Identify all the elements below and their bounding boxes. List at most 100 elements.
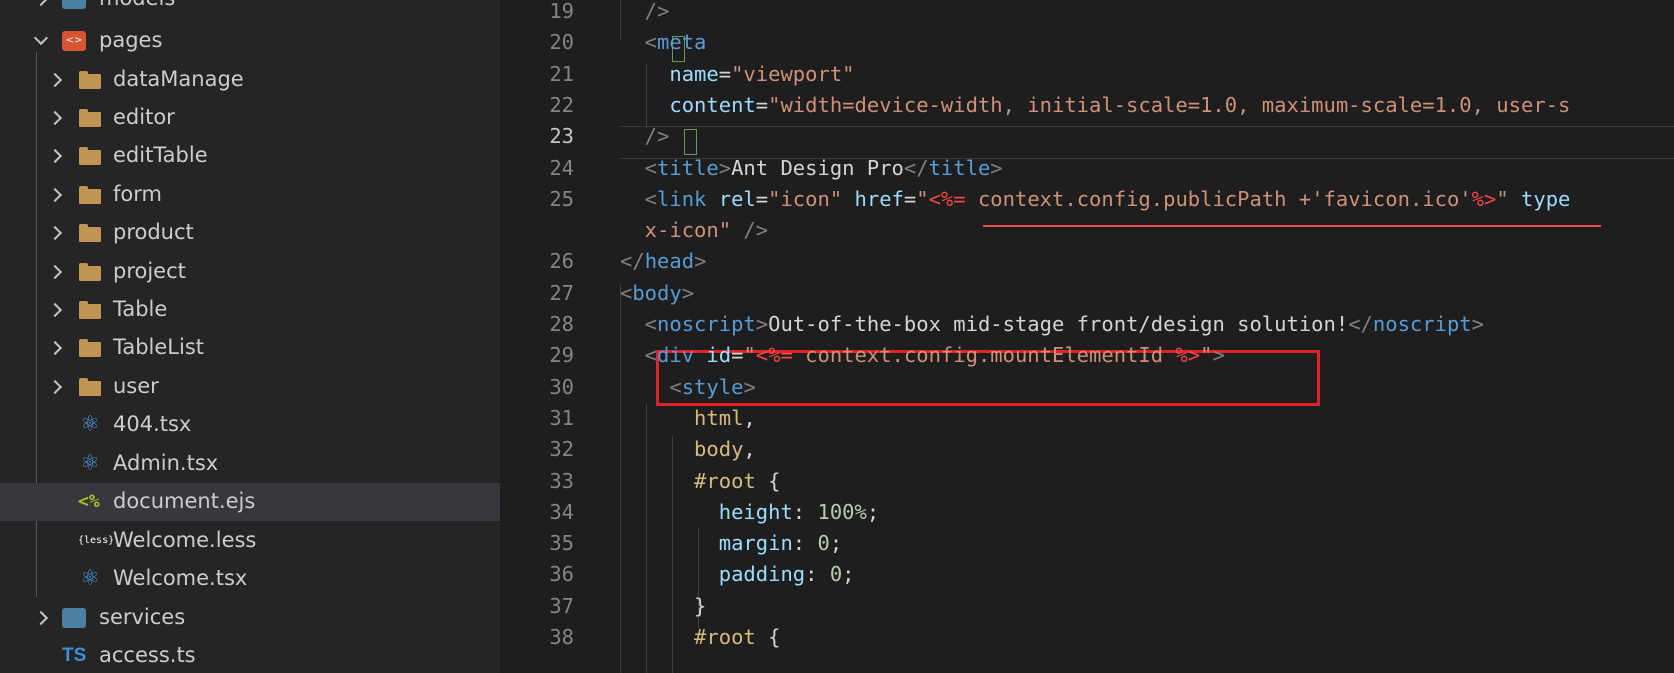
code-line[interactable]: 19 /> [500,0,1674,28]
explorer-sidebar: models <> pages dataManage editor editTable fo… [0,0,500,673]
line-number: 25 [549,186,574,211]
code-line[interactable]: 33 #root { [500,465,1674,498]
chevron-right-icon[interactable] [44,69,66,91]
code-line[interactable]: 29 <div id="<%= context.config.mountElem… [500,339,1674,372]
tree-item-label: form [113,182,162,206]
tree-item-pages[interactable]: <> pages [0,22,500,60]
code-line[interactable]: 35 margin: 0; [500,527,1674,560]
chevron-right-icon[interactable] [44,337,66,359]
services-folder-icon [62,608,86,628]
code-text: } [620,593,707,618]
chevron-right-icon[interactable] [44,376,66,398]
folder-icon [78,221,102,245]
line-number: 29 [549,343,574,368]
folder-icon [78,68,102,92]
chevron-right-icon[interactable] [30,607,52,629]
tree-item-tablelist[interactable]: TableList [0,329,500,367]
code-line[interactable]: 30 <style> [500,371,1674,404]
line-number: 35 [549,531,574,556]
chevron-right-icon[interactable] [44,107,66,129]
line-number: 22 [549,92,574,117]
tree-item-models[interactable]: models [0,0,500,18]
code-line[interactable]: 32 body, [500,433,1674,466]
code-line[interactable]: 34 height: 100%; [500,496,1674,529]
tree-item-user[interactable]: user [0,368,500,406]
tree-item-label: models [99,0,175,10]
tree-item-label: dataManage [113,67,244,91]
tree-item-editor[interactable]: editor [0,99,500,137]
chevron-right-icon[interactable] [44,261,66,283]
code-line[interactable]: 31 html, [500,402,1674,435]
code-line[interactable]: 37 } [500,590,1674,623]
tree-item-label: product [113,220,194,244]
tree-item-form[interactable]: form [0,176,500,214]
tree-item-welcome-less[interactable]: {less} Welcome.less [0,522,500,560]
tree-item-datamanage[interactable]: dataManage [0,61,500,99]
chevron-right-icon[interactable] [44,145,66,167]
line-number: 32 [549,437,574,462]
code-line[interactable]: 38 #root { [500,621,1674,654]
tree-item-admin-tsx[interactable]: ⚛ Admin.tsx [0,445,500,483]
line-number: 38 [549,625,574,649]
code-text: <style> [620,374,756,399]
code-text: <body> [620,280,695,305]
chevron-right-icon[interactable] [44,222,66,244]
tree-item-404-tsx[interactable]: ⚛ 404.tsx [0,406,500,444]
line-number: 24 [549,155,574,180]
code-editor[interactable]: 19 /> 20 <meta 21 name="viewport" 22 conten… [500,0,1674,673]
code-line[interactable]: 23 /> [500,120,1674,153]
tree-item-label: 404.tsx [113,412,192,436]
tree-item-edittable[interactable]: editTable [0,137,500,175]
tree-item-document-ejs[interactable]: <% document.ejs [0,483,500,521]
tree-item-label: Table [113,297,168,321]
chevron-right-icon[interactable] [44,299,66,321]
code-line[interactable]: 28 <noscript>Out-of-the-box mid-stage fr… [500,308,1674,341]
code-line[interactable]: 24 <title>Ant Design Pro</title> [500,152,1674,185]
folder-icon [78,375,102,399]
code-line[interactable]: x-icon" /> [500,214,1674,247]
tree-item-product[interactable]: product [0,214,500,252]
folder-icon [78,144,102,168]
react-icon: ⚛ [80,412,100,437]
code-line[interactable]: 26 </head> [500,245,1674,278]
code-text: </head> [620,249,707,274]
line-number: 34 [549,499,574,524]
chevron-right-icon[interactable] [30,0,52,10]
tree-item-access-ts[interactable]: TS access.ts [0,637,500,673]
code-text: <title>Ant Design Pro</title> [620,155,1003,180]
line-number: 21 [549,61,574,86]
code-text: html, [620,405,756,430]
code-line[interactable]: 22 content="width=device-width, initial-… [500,89,1674,122]
code-line[interactable]: 21 name="viewport" [500,58,1674,91]
tree-item-welcome-tsx[interactable]: ⚛ Welcome.tsx [0,560,500,598]
code-text: content="width=device-width, initial-sca… [620,92,1571,117]
tree-item-table[interactable]: Table [0,291,500,329]
code-line[interactable]: 36 padding: 0; [500,558,1674,591]
tree-item-services[interactable]: services [0,599,500,637]
code-text: #root { [620,625,781,649]
chevron-right-icon[interactable] [44,184,66,206]
folder-icon [78,183,102,207]
code-text: <div id="<%= context.config.mountElement… [620,343,1225,368]
code-text: height: 100%; [620,499,880,524]
ejs-icon: <% [78,491,100,512]
line-number: 30 [549,374,574,399]
code-text: margin: 0; [620,531,843,556]
code-text: padding: 0; [620,562,855,587]
pages-folder-icon: <> [62,31,86,51]
tree-item-project[interactable]: project [0,253,500,291]
code-text: /> [620,124,670,149]
code-line[interactable]: 25 <link rel="icon" href="<%= context.co… [500,183,1674,216]
tree-item-label: pages [99,28,163,52]
models-folder-icon [62,0,86,9]
line-number: 36 [549,562,574,587]
code-line[interactable]: 27 <body> [500,277,1674,310]
chevron-down-icon[interactable] [30,30,52,52]
code-text: name="viewport" [620,61,855,86]
line-number: 31 [549,405,574,430]
line-number: 26 [549,249,574,274]
line-number: 37 [549,593,574,618]
line-number: 20 [549,30,574,55]
code-text: #root { [620,468,781,493]
code-line[interactable]: 20 <meta [500,26,1674,59]
